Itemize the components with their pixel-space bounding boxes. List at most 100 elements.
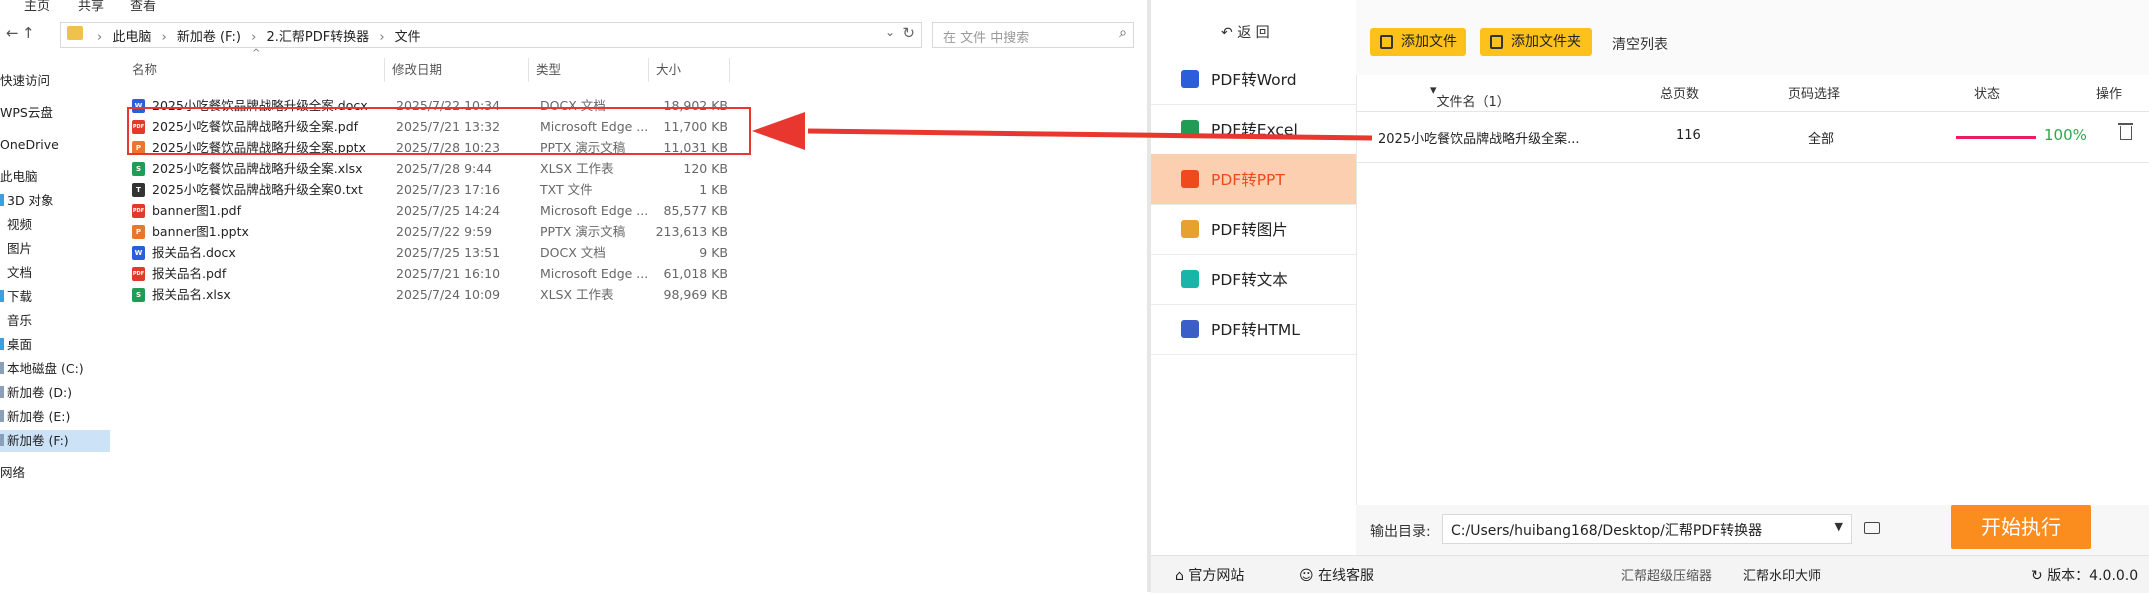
sidebar-item-videos[interactable]: 视频: [0, 214, 32, 236]
table-header: ▾ 文件名（1） 总页数 页码选择 状态 操作: [1356, 75, 2149, 112]
ribbon-tabs: 主页 共享 查看: [0, 0, 1147, 14]
drive-icon: [0, 362, 4, 374]
refresh-icon[interactable]: ↻: [902, 24, 915, 42]
file-row[interactable]: Pbanner图1.pptx 2025/7/22 9:59 PPTX 演示文稿 213…: [128, 222, 728, 242]
output-label: 输出目录:: [1370, 524, 1431, 540]
back-label: 返 回: [1237, 25, 1270, 41]
caret-down-icon: ▼: [1834, 520, 1843, 533]
file-type-icon: S: [132, 162, 145, 176]
file-row[interactable]: S 报关品名.xlsx 2025/7/24 10:09 XLSX 工作表 98,969 …: [128, 285, 728, 305]
breadcrumb-item[interactable]: 新加卷 (F:): [177, 30, 241, 45]
nav-item-pdf转ppt[interactable]: PDF转PPT: [1151, 154, 1356, 205]
file-size: 9 KB: [699, 245, 728, 260]
up-arrow-icon[interactable]: ↑: [22, 24, 35, 42]
file-icon: [1380, 35, 1393, 49]
sidebar-item-drive-f[interactable]: 新加卷 (F:): [0, 430, 110, 452]
sidebar-item-onedrive[interactable]: OneDrive: [0, 134, 59, 156]
sidebar-item-music[interactable]: 音乐: [0, 310, 32, 332]
progress-percent: 100%: [2044, 126, 2087, 144]
sidebar-item-drive-e[interactable]: 新加卷 (E:): [0, 406, 70, 428]
file-type: XLSX 工作表: [540, 287, 614, 302]
search-placeholder: 在 文件 中搜索: [943, 31, 1030, 46]
format-icon: [1181, 320, 1199, 338]
address-bar-row: ← ↑ › 此电脑 › 新加卷 (F:) › 2.汇帮PDF转换器 › 文件 ⌄…: [0, 18, 1147, 50]
back-arrow-icon[interactable]: ←: [6, 24, 19, 42]
open-folder-icon[interactable]: [1864, 522, 1880, 534]
ribbon-tab-home[interactable]: 主页: [24, 0, 50, 14]
sidebar-item-drive-c[interactable]: 本地磁盘 (C:): [0, 358, 84, 380]
search-icon: ⌕: [1119, 25, 1127, 41]
sidebar-item-wps-cloud[interactable]: WPS云盘: [0, 102, 53, 124]
back-button[interactable]: ↶ 返 回: [1221, 22, 1270, 42]
sidebar-item-pictures[interactable]: 图片: [0, 238, 32, 260]
nav-item-label: PDF转HTML: [1211, 321, 1300, 339]
breadcrumb-item[interactable]: 此电脑: [112, 30, 151, 45]
online-service-link[interactable]: ☺ 在线客服: [1299, 565, 1374, 585]
file-type: PPTX 演示文稿: [540, 224, 626, 239]
sidebar-item-quick-access[interactable]: 快速访问: [0, 70, 50, 92]
ribbon-tab-share[interactable]: 共享: [78, 0, 104, 14]
sidebar-item-network[interactable]: 网络: [0, 462, 25, 484]
file-explorer-window: 主页 共享 查看 ← ↑ › 此电脑 › 新加卷 (F:) › 2.汇帮PDF转…: [0, 0, 1147, 592]
clear-list-button[interactable]: 清空列表: [1612, 34, 1668, 54]
nav-item-pdf转html[interactable]: PDF转HTML: [1151, 304, 1356, 355]
row-page-select[interactable]: 全部: [1808, 128, 1834, 147]
file-type-icon: S: [132, 288, 145, 302]
column-header-type[interactable]: 类型: [536, 58, 561, 82]
sidebar-item-documents[interactable]: 文档: [0, 262, 32, 284]
file-date: 2025/7/23 17:16: [396, 182, 501, 197]
chevron-down-icon[interactable]: ⌄: [885, 25, 895, 39]
address-bar[interactable]: › 此电脑 › 新加卷 (F:) › 2.汇帮PDF转换器 › 文件 ⌄ ↻: [60, 22, 922, 48]
nav-item-pdf转word[interactable]: PDF转Word: [1151, 54, 1356, 105]
file-row[interactable]: S 2025小吃餐饮品牌战略升级全案.xlsx 2025/7/28 9:44 XLSX…: [128, 159, 728, 179]
progress-bar: [1956, 136, 2036, 139]
sidebar-item-downloads[interactable]: 下载: [0, 286, 32, 308]
sidebar-item-drive-d[interactable]: 新加卷 (D:): [0, 382, 72, 404]
search-input[interactable]: 在 文件 中搜索 ⌕: [932, 22, 1134, 48]
file-size: 98,969 KB: [663, 287, 728, 302]
row-filename: 2025小吃餐饮品牌战略升级全案...: [1378, 132, 1580, 147]
output-path-select[interactable]: C:/Users/huibang168/Desktop/汇帮PDF转换器 ▼: [1442, 514, 1852, 544]
undo-icon: ↶: [1221, 25, 1233, 41]
nav-item-pdf转文本[interactable]: PDF转文本: [1151, 254, 1356, 305]
column-header-name[interactable]: 名称: [132, 58, 157, 82]
file-row[interactable]: PDF 报关品名.pdf 2025/7/21 16:10 Microsoft Edge…: [128, 264, 728, 284]
column-header-pages: 总页数: [1660, 87, 1700, 102]
add-folder-button[interactable]: 添加文件夹: [1480, 28, 1592, 56]
watermark-link[interactable]: 汇帮水印大师: [1743, 565, 1821, 584]
nav-item-label: PDF转文本: [1211, 271, 1288, 289]
file-type-icon: PDF: [132, 267, 145, 281]
headset-icon: ☺: [1299, 568, 1314, 584]
row-pages: 116: [1676, 128, 1701, 143]
column-header-filename[interactable]: ▾ 文件名（1）: [1430, 83, 1510, 110]
file-name: 报关品名.pdf: [152, 266, 227, 281]
breadcrumb-item[interactable]: 文件: [395, 30, 421, 45]
version-label[interactable]: ↻ 版本：4.0.0.0: [2031, 565, 2138, 585]
nav-item-pdf转excel[interactable]: PDF转Excel: [1151, 104, 1356, 155]
drive-icon: [0, 434, 4, 446]
format-icon: [1181, 270, 1199, 288]
file-type-icon: P: [132, 225, 145, 239]
nav-item-pdf转图片[interactable]: PDF转图片: [1151, 204, 1356, 255]
trash-icon[interactable]: [2118, 123, 2133, 140]
start-button[interactable]: 开始执行: [1951, 505, 2091, 549]
sidebar-item-desktop[interactable]: 桌面: [0, 334, 32, 356]
sidebar-item-this-pc[interactable]: 此电脑: [0, 166, 38, 188]
breadcrumb-item[interactable]: 2.汇帮PDF转换器: [266, 30, 369, 45]
column-header-date[interactable]: 修改日期: [392, 58, 442, 82]
file-date: 2025/7/22 9:59: [396, 224, 493, 239]
file-row[interactable]: T 2025小吃餐饮品牌战略升级全案0.txt 2025/7/23 17:16 TXT…: [128, 180, 728, 200]
file-name: banner图1.pptx: [152, 224, 249, 239]
add-file-button[interactable]: 添加文件: [1370, 28, 1466, 56]
output-path-value: C:/Users/huibang168/Desktop/汇帮PDF转换器: [1451, 523, 1763, 539]
official-website-link[interactable]: ⌂ 官方网站: [1175, 565, 1244, 585]
ribbon-tab-view[interactable]: 查看: [130, 0, 156, 14]
compressor-link[interactable]: 汇帮超级压缩器: [1621, 565, 1712, 584]
column-header-size[interactable]: 大小: [656, 58, 681, 82]
file-row[interactable]: PDF banner图1.pdf 2025/7/25 14:24 Microsoft …: [128, 201, 728, 221]
file-row[interactable]: W 报关品名.docx 2025/7/25 13:51 DOCX 文档 9 KB: [128, 243, 728, 263]
file-name: 2025小吃餐饮品牌战略升级全案.xlsx: [152, 161, 363, 176]
sidebar-item-3d-objects[interactable]: 3D 对象: [0, 190, 54, 212]
table-row[interactable]: 2025小吃餐饮品牌战略升级全案... 116 全部 100%: [1356, 112, 2149, 163]
navigation-pane: 快速访问 WPS云盘 OneDrive 此电脑 3D 对象 视频 图片 文档 下…: [0, 62, 112, 592]
